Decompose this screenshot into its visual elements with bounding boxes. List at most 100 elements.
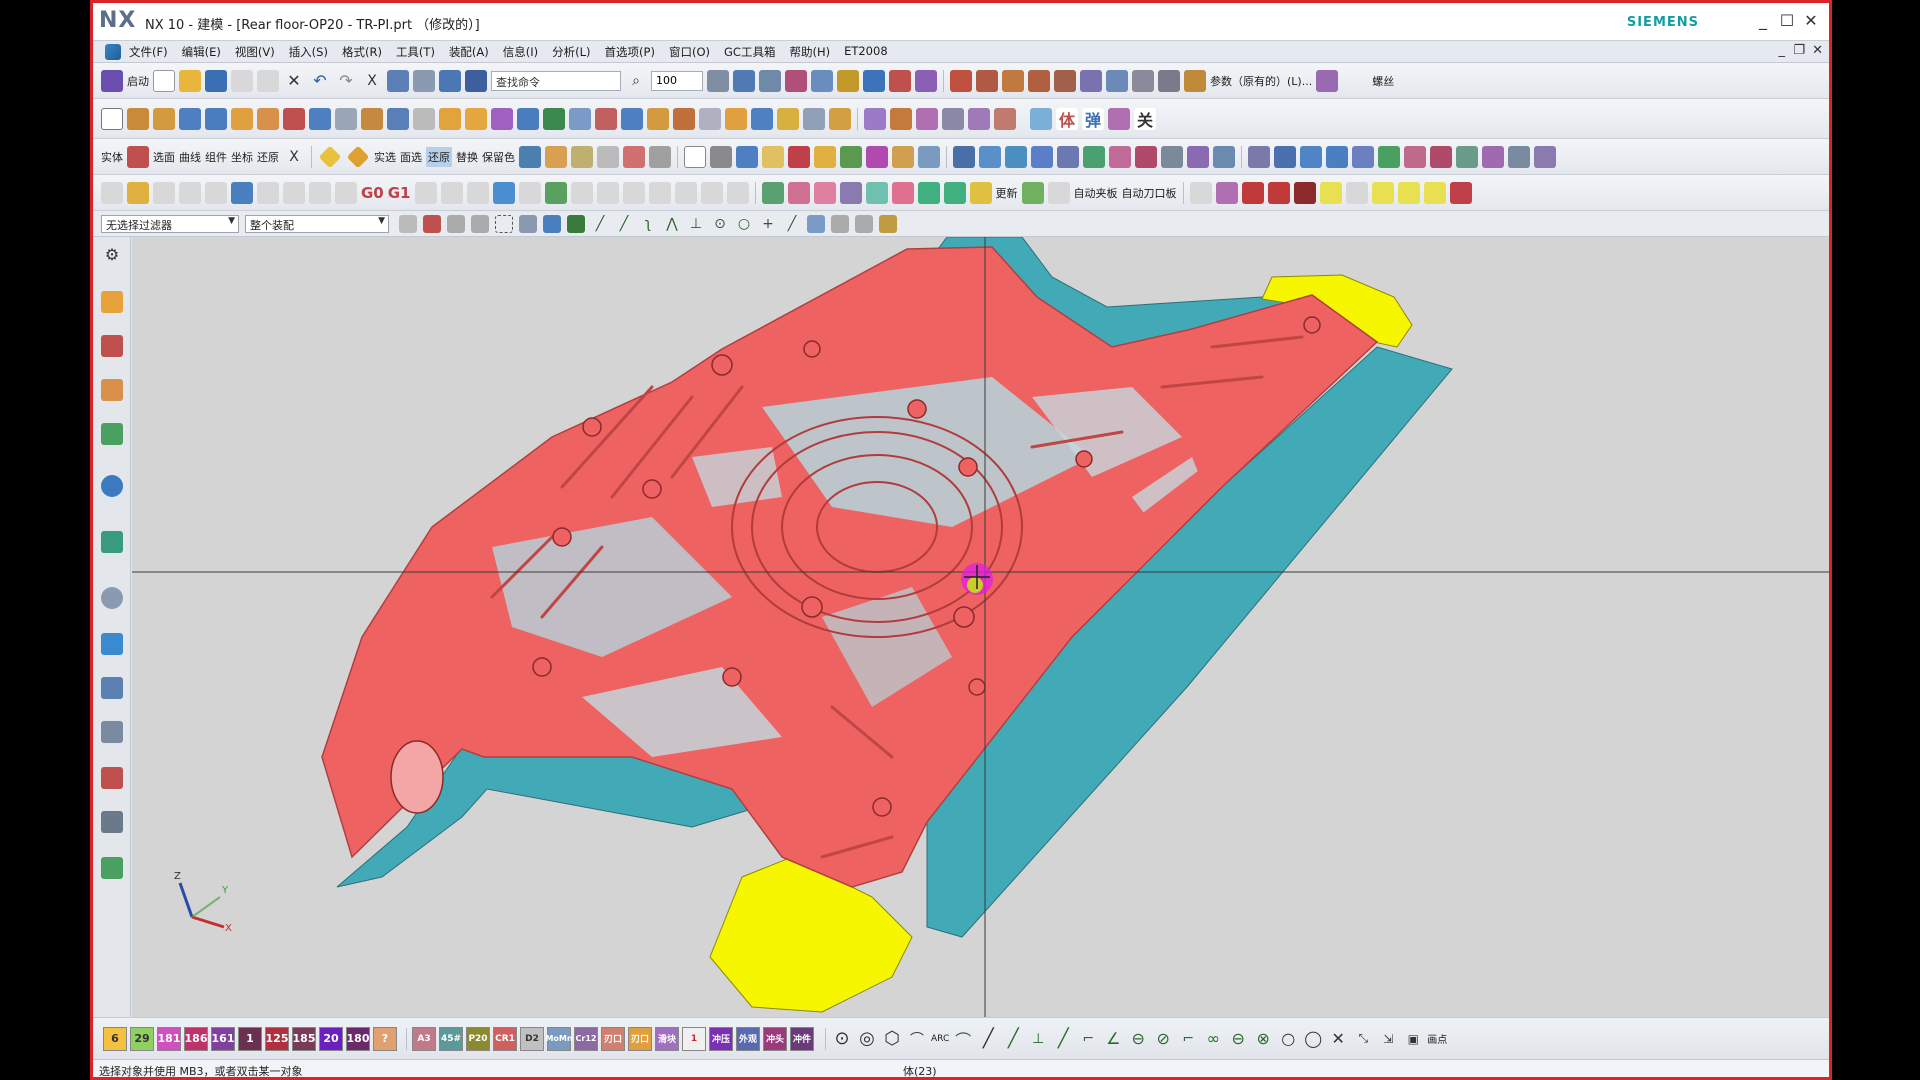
material-button[interactable]: 冲压 [709, 1026, 733, 1051]
material-button[interactable]: D2 [520, 1026, 544, 1051]
green-mesh-icon[interactable] [1378, 145, 1400, 168]
quick-model-icon[interactable] [649, 145, 671, 168]
component-label[interactable]: 组件 [205, 149, 227, 165]
color-brown-icon[interactable] [545, 145, 567, 168]
join-icon[interactable]: ⊗ [1252, 1028, 1274, 1050]
nx5-feature-icon[interactable] [283, 107, 305, 130]
material-button[interactable]: 滑块 [655, 1026, 679, 1051]
custom-tool-25-icon[interactable] [787, 181, 810, 204]
body-icon[interactable]: 体 [1056, 107, 1078, 130]
custom-tool-5-icon[interactable] [205, 181, 227, 204]
law-extension-icon[interactable] [1187, 145, 1209, 168]
intersect-icon[interactable] [361, 107, 383, 130]
layer-button[interactable]: 161 [211, 1026, 235, 1051]
snap-tool-icon[interactable] [879, 214, 897, 233]
bounded-grid-icon[interactable] [807, 214, 825, 233]
select-all-icon[interactable] [423, 214, 441, 233]
point-on-surface-icon[interactable]: ╱ [783, 215, 801, 233]
circle-thin-icon[interactable]: ◯ [1302, 1028, 1324, 1050]
curve-trim-icon[interactable] [950, 69, 972, 92]
color-analysis-icon[interactable] [597, 145, 619, 168]
start-icon[interactable] [101, 69, 123, 92]
layer-button[interactable]: 181 [157, 1026, 181, 1051]
custom-tool-30-icon[interactable] [917, 181, 940, 204]
circle-outline-icon[interactable]: ○ [1277, 1028, 1299, 1050]
corner-icon[interactable]: ⌐ [1077, 1028, 1099, 1050]
delete-icon[interactable]: ✕ [283, 70, 305, 92]
block-icon[interactable] [179, 107, 201, 130]
custom-tool-33-icon[interactable] [1021, 181, 1044, 204]
menu-window[interactable]: 窗口(O) [669, 44, 710, 60]
deselect-icon[interactable] [447, 214, 465, 233]
mid-point-icon[interactable]: ╱ [615, 215, 633, 233]
custom-tool-7-icon[interactable] [257, 181, 279, 204]
line-green-icon[interactable]: ╱ [1002, 1028, 1024, 1050]
tangent-icon[interactable]: ⊖ [1127, 1028, 1149, 1050]
process-studio-icon[interactable] [101, 633, 123, 655]
layer-button[interactable]: 125 [265, 1026, 289, 1051]
styled-blend-icon[interactable] [1404, 145, 1426, 168]
layer-button[interactable]: 180 [346, 1026, 370, 1051]
cross-snap-icon[interactable]: ✕ [1327, 1028, 1349, 1050]
menu-gc-toolkit[interactable]: GC工具箱 [724, 44, 775, 60]
xform2-icon[interactable]: X [283, 146, 305, 168]
custom-tool-11-icon[interactable] [414, 181, 437, 204]
arc-center-icon[interactable]: ⊥ [687, 215, 705, 233]
replace-face-icon[interactable] [647, 107, 669, 130]
color-palette-icon[interactable] [519, 145, 541, 168]
menu-tools[interactable]: 工具(T) [396, 44, 435, 60]
custom-tool-39-icon[interactable] [1293, 181, 1316, 204]
chamfer-icon[interactable] [465, 107, 487, 130]
layer-button[interactable]: 186 [184, 1026, 208, 1051]
draft-icon[interactable] [413, 107, 435, 130]
minimize-button[interactable]: _ [1753, 11, 1773, 31]
emboss-icon[interactable] [725, 107, 747, 130]
curve-snap-icon[interactable]: ⌒ [906, 1028, 928, 1050]
layer-button[interactable]: 185 [292, 1026, 316, 1051]
zoom-level-select[interactable]: 100 [651, 70, 703, 91]
select-face-label[interactable]: 选面 [153, 149, 175, 165]
custom-tool-19-icon[interactable] [622, 181, 645, 204]
edit-object-icon[interactable] [837, 69, 859, 92]
keep-color-label[interactable]: 保留色 [482, 149, 515, 165]
system-scene-icon[interactable] [101, 857, 123, 879]
custom-tool-26-icon[interactable] [813, 181, 836, 204]
patch-icon[interactable] [803, 107, 825, 130]
magenta-tool-icon[interactable] [866, 145, 888, 168]
custom-tool-1-icon[interactable] [101, 181, 123, 204]
chain-icon[interactable]: ∞ [1202, 1028, 1224, 1050]
custom-tool-8-icon[interactable] [283, 181, 305, 204]
surface-sweep-icon[interactable] [979, 145, 1001, 168]
doc-close-button[interactable]: ✕ [1812, 43, 1823, 58]
stack-icon[interactable] [814, 145, 836, 168]
material-button[interactable]: 冲头 [763, 1026, 787, 1051]
part-navigator-icon[interactable] [101, 379, 123, 401]
slant-line-icon[interactable]: ╱ [1052, 1028, 1074, 1050]
restore2-label[interactable]: 还原 [426, 146, 452, 167]
wcs-icon[interactable] [889, 69, 911, 92]
assembly-cut-icon[interactable] [916, 107, 938, 130]
flag-snap-icon[interactable]: ⌐ [1177, 1028, 1199, 1050]
system-materials-icon[interactable] [101, 767, 123, 789]
custom-tool-23-icon[interactable] [726, 181, 749, 204]
material-button[interactable]: Cr12 [574, 1026, 598, 1051]
remove-params-icon[interactable] [942, 107, 964, 130]
custom-tool-10-icon[interactable] [335, 181, 357, 204]
hd3d-tools-icon[interactable] [101, 475, 123, 497]
custom-tool-22-icon[interactable] [700, 181, 723, 204]
mesh-blue-icon[interactable] [1326, 145, 1348, 168]
magnifier-icon[interactable]: ⌕ [625, 70, 647, 92]
pattern-icon[interactable] [543, 107, 565, 130]
line-snap-icon[interactable]: ╱ [977, 1028, 999, 1050]
red-blend-icon[interactable] [1430, 145, 1452, 168]
circle-center-icon[interactable]: ◎ [856, 1028, 878, 1050]
custom-tool-21-icon[interactable] [674, 181, 697, 204]
global-shaping-icon[interactable] [1213, 145, 1235, 168]
material-button[interactable]: 1 [682, 1026, 706, 1051]
custom-tool-36-icon[interactable] [1215, 181, 1238, 204]
grid-icon[interactable] [1030, 107, 1052, 130]
offset-surface-icon[interactable] [1057, 145, 1079, 168]
layer-button[interactable]: 1 [238, 1026, 262, 1051]
green-surface-icon[interactable] [1083, 145, 1105, 168]
material-button[interactable]: 刃口 [628, 1026, 652, 1051]
